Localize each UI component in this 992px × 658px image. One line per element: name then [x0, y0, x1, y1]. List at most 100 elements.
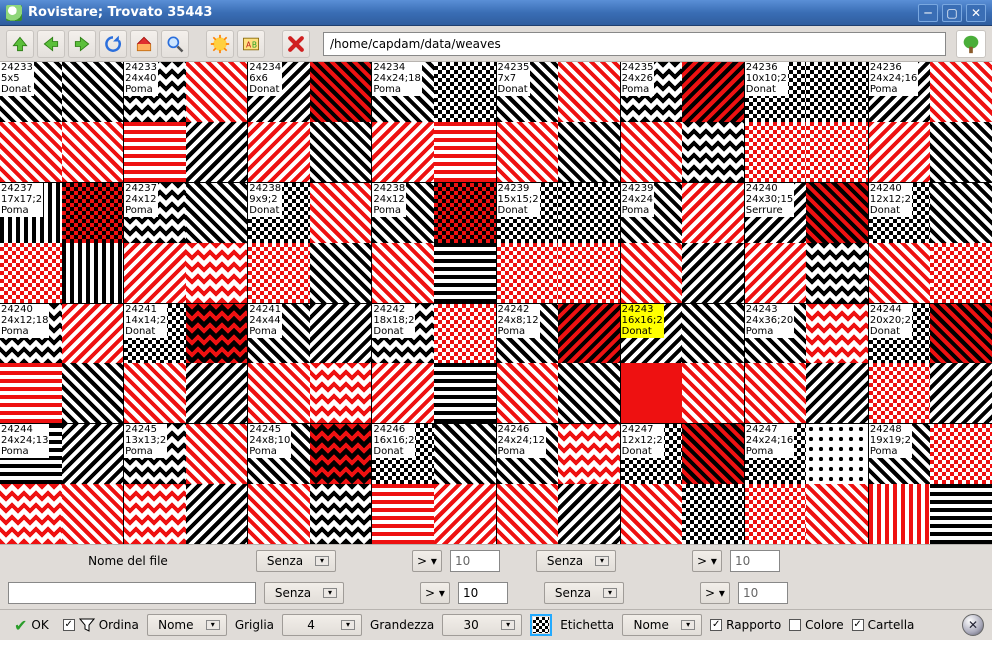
filter-op-1b[interactable]: > ▾	[692, 550, 722, 572]
filename-input[interactable]	[8, 582, 256, 604]
thumbnail-label: 24247 24x24;16 Poma	[745, 424, 794, 458]
thumbnail-cell[interactable]: 24236 24x24;16 Poma	[869, 62, 992, 182]
filter-num-1a[interactable]	[450, 550, 500, 572]
thumbnail-cell[interactable]: 24235 24x26 Poma	[621, 62, 744, 182]
thumbnail-cell[interactable]: 24248 19x19;2 Poma	[869, 424, 992, 544]
thumbnail-label: 24245 13x13;2 Poma	[124, 424, 167, 458]
filter-num-2b[interactable]	[738, 582, 788, 604]
thumbnail-cell[interactable]: 24238 9x9;2 Donat	[248, 183, 371, 303]
griglia-label: Griglia	[235, 618, 274, 632]
grandezza-combo[interactable]: 30▾	[442, 614, 522, 636]
thumbnail-label: 24241 14x14;2 Donat	[124, 304, 167, 338]
griglia-combo[interactable]: 4▾	[282, 614, 362, 636]
tree-button[interactable]	[956, 30, 986, 58]
thumbnail-label: 24244 20x20;2 Donat	[869, 304, 912, 338]
thumbnail-cell[interactable]: 24241 24x44 Poma	[248, 304, 371, 424]
filter-op-2b[interactable]: > ▾	[700, 582, 730, 604]
thumbnail-cell[interactable]: 24243 24x36;20 Poma	[745, 304, 868, 424]
thumbnail-cell[interactable]: 24239 15x15;2 Donat	[497, 183, 620, 303]
colore-checkbox[interactable]: Colore	[789, 618, 843, 632]
maximize-button[interactable]: ▢	[942, 4, 962, 22]
center-icon[interactable]	[530, 614, 552, 636]
thumbnail-cell[interactable]: 24240 24x12;18 Poma	[0, 304, 123, 424]
back-button[interactable]	[37, 30, 65, 58]
ordina-checkbox[interactable]: ✓ Ordina	[63, 617, 139, 633]
thumbnail-label: 24238 24x12 Poma	[372, 183, 406, 217]
up-button[interactable]	[6, 30, 34, 58]
thumbnail-cell[interactable]: 24244 24x24;13 Poma	[0, 424, 123, 544]
thumbnail-label: 24235 24x26 Poma	[621, 62, 655, 96]
thumbnail-cell[interactable]: 24242 24x8;12 Poma	[497, 304, 620, 424]
path-input[interactable]	[323, 32, 946, 56]
thumbnail-cell[interactable]: 24246 16x16;2 Donat	[372, 424, 495, 544]
thumbnail-cell[interactable]: 24237 17x17;2 Poma	[0, 183, 123, 303]
filter-op-2a[interactable]: > ▾	[420, 582, 450, 604]
filter-op-1a[interactable]: > ▾	[412, 550, 442, 572]
thumbnail-cell[interactable]: 24233 5x5 Donat	[0, 62, 123, 182]
thumbnail-cell[interactable]: 24235 7x7 Donat	[497, 62, 620, 182]
thumbnail-cell[interactable]: 24240 24x30;15 Serrure	[745, 183, 868, 303]
rapporto-checkbox[interactable]: ✓Rapporto	[710, 618, 781, 632]
thumbnail-cell[interactable]: 24238 24x12 Poma	[372, 183, 495, 303]
etichetta-label: Etichetta	[560, 618, 614, 632]
panel-close-button[interactable]: ✕	[962, 614, 984, 636]
thumbnail-grid[interactable]: 24233 5x5 Donat24233 24x40 Poma24234 6x6…	[0, 62, 992, 544]
ordina-combo[interactable]: Nome▾	[147, 614, 227, 636]
thumbnail-label: 24234 6x6 Donat	[248, 62, 282, 96]
thumbnail-cell[interactable]: 24234 24x24;18 Poma	[372, 62, 495, 182]
palette-button[interactable]: AB	[237, 30, 265, 58]
svg-text:B: B	[252, 40, 257, 49]
thumbnail-cell[interactable]: 24247 24x24;16 Poma	[745, 424, 868, 544]
thumbnail-label: 24244 24x24;13 Poma	[0, 424, 49, 458]
filter-combo-1a[interactable]: Senza▾	[256, 550, 336, 572]
reload-button[interactable]	[99, 30, 127, 58]
thumbnail-label: 24242 18x18;2 Donat	[372, 304, 415, 338]
funnel-icon	[79, 617, 95, 633]
filter-combo-2a[interactable]: Senza▾	[264, 582, 344, 604]
thumbnail-cell[interactable]: 24237 24x12 Poma	[124, 183, 247, 303]
thumbnail-label: 24239 24x24 Poma	[621, 183, 655, 217]
thumbnail-cell[interactable]: 24234 6x6 Donat	[248, 62, 371, 182]
thumbnail-cell[interactable]: 24241 14x14;2 Donat	[124, 304, 247, 424]
forward-button[interactable]	[68, 30, 96, 58]
thumbnail-label: 24238 9x9;2 Donat	[248, 183, 282, 217]
search-button[interactable]	[161, 30, 189, 58]
thumbnail-cell[interactable]: 24242 18x18;2 Donat	[372, 304, 495, 424]
minimize-button[interactable]: ─	[918, 4, 938, 22]
cartella-checkbox[interactable]: ✓Cartella	[852, 618, 915, 632]
thumbnail-label: 24246 24x24;12 Poma	[497, 424, 546, 458]
footer-panel: ✔ OK ✓ Ordina Nome▾ Griglia 4▾ Grandezza…	[0, 609, 992, 640]
thumbnail-cell[interactable]: 24245 13x13;2 Poma	[124, 424, 247, 544]
filter-combo-2b[interactable]: Senza▾	[544, 582, 624, 604]
thumbnail-label: 24241 24x44 Poma	[248, 304, 282, 338]
app-icon	[6, 5, 22, 21]
thumbnail-label: 24245 24x8;10 Poma	[248, 424, 291, 458]
thumbnail-cell[interactable]: 24246 24x24;12 Poma	[497, 424, 620, 544]
thumbnail-label: 24247 12x12;2 Donat	[621, 424, 664, 458]
thumbnail-cell[interactable]: 24244 20x20;2 Donat	[869, 304, 992, 424]
thumbnail-label: 24236 10x10;2 Donat	[745, 62, 788, 96]
thumbnail-cell[interactable]: 24233 24x40 Poma	[124, 62, 247, 182]
checkmark-icon: ✔	[14, 616, 27, 635]
ok-button[interactable]: ✔ OK	[8, 614, 55, 636]
filename-label: Nome del file	[8, 554, 248, 568]
close-button[interactable]: ✕	[966, 4, 986, 22]
thumbnail-cell[interactable]: 24240 12x12;2 Donat	[869, 183, 992, 303]
filter-combo-1b[interactable]: Senza▾	[536, 550, 616, 572]
thumbnail-label: 24243 16x16;2 Donat	[621, 304, 664, 338]
filter-num-1b[interactable]	[730, 550, 780, 572]
filter-num-2a[interactable]	[458, 582, 508, 604]
thumbnail-cell[interactable]: 24239 24x24 Poma	[621, 183, 744, 303]
new-button[interactable]	[206, 30, 234, 58]
thumbnail-cell[interactable]: 24243 16x16;2 Donat	[621, 304, 744, 424]
thumbnail-label: 24242 24x8;12 Poma	[497, 304, 540, 338]
home-button[interactable]	[130, 30, 158, 58]
thumbnail-cell[interactable]: 24247 12x12;2 Donat	[621, 424, 744, 544]
thumbnail-cell[interactable]: 24236 10x10;2 Donat	[745, 62, 868, 182]
thumbnail-label: 24237 24x12 Poma	[124, 183, 158, 217]
thumbnail-cell[interactable]: 24245 24x8;10 Poma	[248, 424, 371, 544]
thumbnail-label: 24234 24x24;18 Poma	[372, 62, 421, 96]
delete-button[interactable]	[282, 30, 310, 58]
etichetta-combo[interactable]: Nome▾	[622, 614, 702, 636]
filter-panel: Nome del file Senza▾ > ▾ Senza▾ > ▾ Senz…	[0, 544, 992, 609]
